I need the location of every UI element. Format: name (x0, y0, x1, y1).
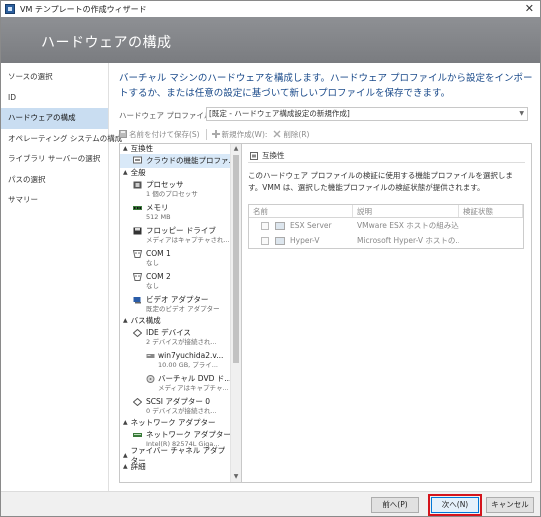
save-as-label: 名前を付けて保存(S) (129, 129, 200, 139)
pane-divider (248, 162, 525, 163)
close-button[interactable]: ✕ (525, 2, 534, 15)
tree-item-floppy[interactable]: フロッピー ドライブ メディアはキャプチャされ... (120, 224, 231, 247)
server-icon (275, 236, 285, 245)
dvd-icon (146, 375, 155, 383)
com-port-icon (133, 250, 142, 258)
pane-description: このハードウェア プロファイルの検証に使用する機能プロファイルを選択します。VM… (248, 171, 513, 192)
collapse-icon: ▲ (123, 419, 128, 426)
column-header-name[interactable]: 名前 (249, 205, 353, 217)
collapse-icon: ▲ (123, 169, 128, 176)
tree-category-general[interactable]: ▲ 全般 (120, 168, 231, 178)
new-label: 新規作成(W): (221, 129, 268, 139)
hardware-tree: ▲ 互換性 クラウドの機能プロファ... ▲ 全般 プロセッサ 1 個のプロセッサ … (119, 143, 242, 483)
grid-header: 名前 説明 検証状態 (249, 205, 523, 218)
tree-category-fibre-channel[interactable]: ▲ ファイバー チャネル アダプター (120, 446, 231, 465)
scsi-icon (133, 398, 142, 406)
video-adapter-icon (133, 297, 141, 304)
nav-item-library-server[interactable]: ライブラリ サーバーの選択 (1, 149, 108, 170)
tree-category-compat[interactable]: ▲ 互換性 (120, 144, 231, 154)
wizard-footer: 前へ(P) 次へ(N) キャンセル (1, 491, 540, 516)
tree-item-scsi[interactable]: SCSI アダプター 0 0 デバイスが接続され... (120, 395, 231, 418)
pane-header: 互換性 (250, 150, 285, 161)
disk-icon (146, 354, 155, 358)
floppy-icon (133, 227, 142, 235)
scroll-down-icon[interactable]: ▼ (231, 472, 241, 482)
tree-item-com1[interactable]: COM 1 なし (120, 247, 231, 270)
nav-item-source[interactable]: ソースの選択 (1, 67, 108, 88)
table-row[interactable]: Hyper-V Microsoft Hyper-V ホストの... (249, 233, 523, 248)
collapse-icon: ▲ (123, 317, 128, 324)
save-icon (119, 130, 127, 138)
column-header-status[interactable]: 検証状態 (459, 205, 523, 217)
tree-category-network[interactable]: ▲ ネットワーク アダプター (120, 418, 231, 428)
previous-button[interactable]: 前へ(P) (371, 497, 419, 513)
wizard-header: ハードウェアの構成 (1, 17, 540, 63)
hardware-tree-list: ▲ 互換性 クラウドの機能プロファ... ▲ 全般 プロセッサ 1 個のプロセッサ … (120, 144, 231, 472)
nav-item-summary[interactable]: サマリー (1, 190, 108, 211)
processor-icon (133, 181, 142, 189)
scroll-up-icon[interactable]: ▲ (231, 144, 241, 154)
tree-item-ide[interactable]: IDE デバイス 2 デバイスが接続され... (120, 326, 231, 349)
com-port-icon (133, 273, 142, 281)
row-checkbox[interactable] (261, 221, 269, 230)
delete-button[interactable]: 削除(R) (273, 129, 310, 140)
tree-item-com2[interactable]: COM 2 なし (120, 270, 231, 293)
table-row[interactable]: ESX Server VMware ESX ホストの組み込... (249, 218, 523, 233)
page-title: ハードウェアの構成 (41, 35, 172, 51)
wizard-nav: ソースの選択 ID ハードウェアの構成 オペレーティング システムの構成 ライブ… (1, 63, 122, 491)
nav-item-id[interactable]: ID (1, 88, 108, 109)
tree-item-vhd[interactable]: win7yuchida2.v... 10.00 GB, プライ... (120, 349, 231, 372)
title-bar: VM テンプレートの作成ウィザード ✕ (1, 1, 540, 17)
page-description: バーチャル マシンのハードウェアを構成します。ハードウェア プロファイルから設定… (119, 73, 533, 99)
column-header-description[interactable]: 説明 (353, 205, 459, 217)
row-description: Microsoft Hyper-V ホストの... (357, 236, 459, 245)
row-description: VMware ESX ホストの組み込... (357, 221, 459, 230)
window-title: VM テンプレートの作成ウィザード (20, 4, 147, 14)
compatibility-icon (250, 151, 258, 160)
vm-app-icon (5, 4, 15, 14)
next-button[interactable]: 次へ(N) (428, 494, 482, 516)
collapse-icon: ▲ (123, 145, 128, 152)
row-checkbox[interactable] (261, 236, 269, 245)
save-as-button[interactable]: 名前を付けて保存(S) (119, 129, 200, 140)
nav-item-hardware[interactable]: ハードウェアの構成 (1, 108, 108, 129)
cancel-button[interactable]: キャンセル (486, 497, 534, 513)
tree-item-memory[interactable]: メモリ 512 MB (120, 201, 231, 224)
ide-icon (133, 329, 142, 337)
nav-item-os[interactable]: オペレーティング システムの構成 (1, 129, 122, 150)
scrollbar-thumb[interactable] (233, 155, 239, 363)
tree-item-network-adapter[interactable]: ネットワーク アダプター 1 Intel(R) 82574L Giga... (120, 428, 231, 451)
row-name: ESX Server (290, 221, 332, 230)
details-pane: 互換性 このハードウェア プロファイルの検証に使用する機能プロファイルを選択しま… (242, 143, 532, 483)
nav-item-path[interactable]: パスの選択 (1, 170, 108, 191)
tree-item-capability-profile[interactable]: クラウドの機能プロファ... (120, 154, 231, 168)
new-button[interactable]: 新規作成(W): (211, 129, 268, 140)
profile-select-value: [既定 - ハードウェア構成設定の新規作成] (209, 109, 350, 118)
profile-toolbar: 名前を付けて保存(S) 新規作成(W): 削除(R) (119, 127, 316, 141)
row-name: Hyper-V (290, 236, 320, 245)
delete-icon (273, 130, 281, 138)
chevron-down-icon: ▼ (519, 110, 524, 117)
collapse-icon: ▲ (123, 463, 128, 470)
memory-icon (133, 206, 142, 210)
tree-item-video-adapter[interactable]: ビデオ アダプター 既定のビデオ アダプター (120, 293, 231, 316)
add-icon (211, 130, 220, 138)
toolbar-divider (205, 128, 207, 140)
delete-label: 削除(R) (283, 129, 310, 139)
tree-scrollbar[interactable]: ▲ ▼ (230, 144, 241, 482)
server-icon (275, 221, 285, 230)
main-panel: バーチャル マシンのハードウェアを構成します。ハードウェア プロファイルから設定… (109, 63, 540, 491)
hardware-profile-select[interactable]: [既定 - ハードウェア構成設定の新規作成] ▼ (206, 107, 528, 121)
capability-profile-grid: 名前 説明 検証状態 ESX Server VMware ESX ホストの組み込… (248, 204, 524, 249)
tree-category-bus[interactable]: ▲ バス構成 (120, 316, 231, 326)
wizard-window: VM テンプレートの作成ウィザード ✕ ハードウェアの構成 ソースの選択 ID … (0, 0, 541, 517)
tree-item-processor[interactable]: プロセッサ 1 個のプロセッサ (120, 178, 231, 201)
network-adapter-icon (133, 433, 142, 437)
tree-item-dvd[interactable]: バーチャル DVD ド... メディアはキャプチャ... (120, 372, 231, 395)
collapse-icon: ▲ (123, 452, 128, 459)
cloud-icon (133, 156, 142, 164)
pane-title: 互換性 (262, 151, 285, 160)
